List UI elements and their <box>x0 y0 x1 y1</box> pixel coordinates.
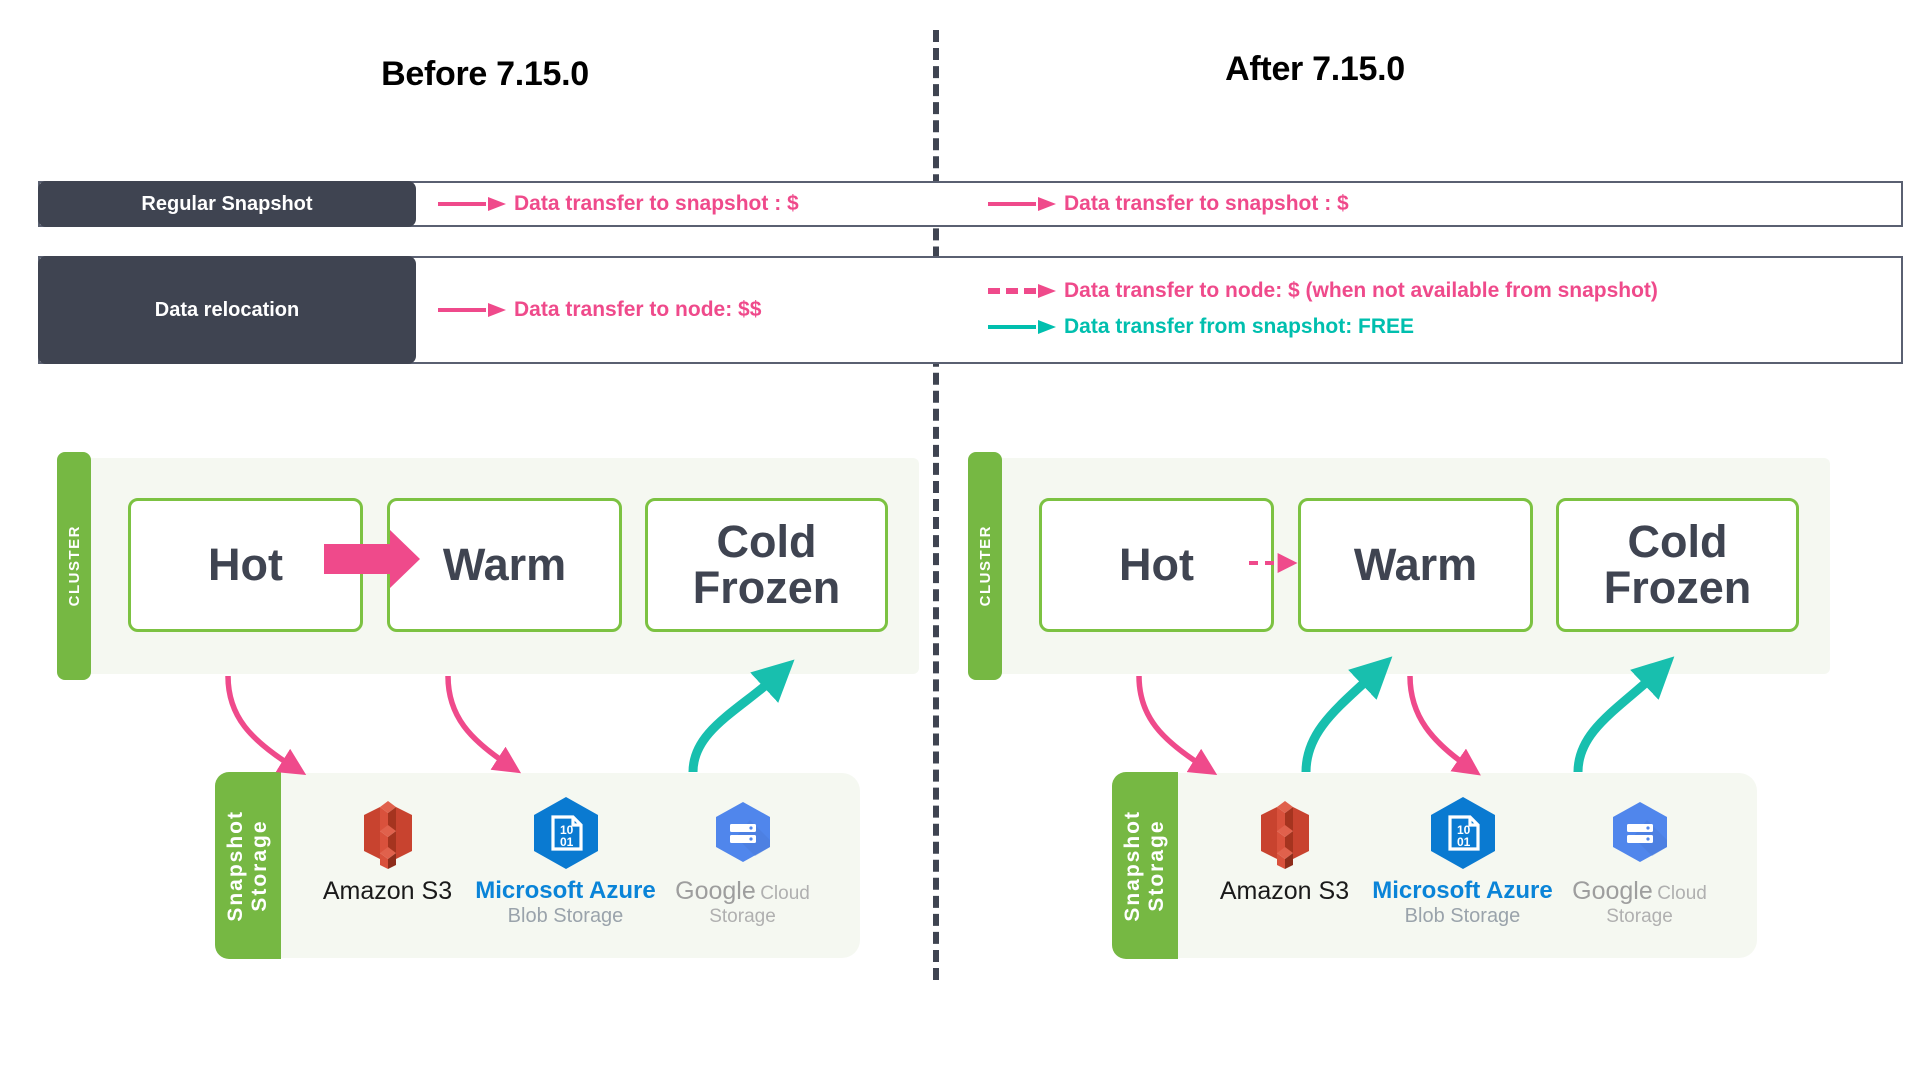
storage-provider-google-cloud-storage[interactable]: Google Cloud Storage <box>650 789 835 944</box>
tier-box-cold-frozen[interactable]: Cold Frozen <box>645 498 888 632</box>
amazon-s3-icon <box>346 789 430 877</box>
legend-row-label: Data relocation <box>38 256 416 364</box>
arrow-hot-to-s3-before <box>225 675 307 775</box>
azure-caption-sub: Blob Storage <box>1404 904 1521 927</box>
arrow-dashed-pink-icon <box>988 284 1056 298</box>
microsoft-azure-blob-icon: 10 01 <box>1426 789 1500 877</box>
amazon-s3-caption: Amazon S3 <box>1219 877 1350 905</box>
gcs-caption-line: Google Cloud Storage <box>1547 877 1732 928</box>
storage-label-line1: Snapshot <box>224 809 247 922</box>
tier-label-cold: Cold <box>1627 516 1728 568</box>
legend-item-text: Data transfer to snapshot : $ <box>514 192 799 215</box>
legend-entries-relocation: Data transfer to node: $$ Data transfer … <box>418 258 1901 362</box>
legend-row-regular-snapshot: Regular Snapshot Data transfer to snapsh… <box>38 181 1903 227</box>
tier-label-cold: Cold <box>716 516 817 568</box>
microsoft-azure-caption: Microsoft Azure Blob Storage <box>1372 877 1552 928</box>
legend-item-text: Data transfer to node: $ (when not avail… <box>1064 279 1658 302</box>
column-title-before: Before 7.15.0 <box>381 55 589 93</box>
arrow-s3-to-warm-after <box>1301 656 1393 773</box>
gcs-caption-main: Google <box>675 877 756 905</box>
storage-provider-microsoft-azure[interactable]: 10 01 Microsoft Azure Blob Storage <box>1370 789 1555 944</box>
arrow-solid-pink-icon <box>438 197 506 211</box>
snapshot-storage-tab-text: Snapshot Storage <box>1121 810 1169 922</box>
svg-text:01: 01 <box>1457 835 1471 849</box>
tier-label-coldfrozen: Cold Frozen <box>1604 519 1752 611</box>
cluster-panel-before: CLUSTER Hot Warm Cold Frozen <box>57 452 919 680</box>
svg-text:01: 01 <box>560 835 574 849</box>
tier-box-warm[interactable]: Warm <box>1298 498 1533 632</box>
legend-row-data-relocation: Data relocation Data transfer to node: $… <box>38 256 1903 364</box>
cluster-tab-text: CLUSTER <box>65 525 83 607</box>
arrow-solid-teal-icon <box>988 320 1056 334</box>
legend-row-label-text: Regular Snapshot <box>141 192 313 215</box>
azure-caption-main: Microsoft Azure <box>475 877 656 904</box>
column-title-after: After 7.15.0 <box>1225 50 1405 88</box>
tier-label: Warm <box>1353 539 1478 591</box>
storage-label-line1: Snapshot <box>1121 809 1144 922</box>
tier-label: Hot <box>1119 539 1194 591</box>
arrow-gcs-to-cold-frozen-after <box>1573 656 1675 773</box>
arrow-warm-to-azure-after <box>1407 675 1481 776</box>
cluster-tab-label: CLUSTER <box>968 452 1002 680</box>
snapshot-storage-tab-text: Snapshot Storage <box>224 810 272 922</box>
cluster-panel-after: CLUSTER Hot Warm Cold Frozen <box>968 452 1830 680</box>
snapshot-storage-tab-label: Snapshot Storage <box>215 772 281 959</box>
storage-provider-microsoft-azure[interactable]: 10 01 Microsoft Azure Blob Storage <box>473 789 658 944</box>
google-cloud-storage-icon <box>1603 789 1677 877</box>
snapshot-storage-panel-before: Snapshot Storage Amazon S3 10 01 Microso… <box>215 772 860 959</box>
legend-item-after-node-cost: Data transfer to node: $ (when not avail… <box>988 279 1658 303</box>
arrow-warm-to-azure-before <box>445 675 522 774</box>
legend-item-after-snapshot-free: Data transfer from snapshot: FREE <box>988 315 1414 339</box>
cluster-tab-text: CLUSTER <box>976 525 994 607</box>
tier-label: Warm <box>442 539 567 591</box>
legend-item-before-node-cost: Data transfer to node: $$ <box>438 298 761 322</box>
arrow-gcs-to-cold-frozen-before <box>688 659 795 773</box>
storage-provider-amazon-s3[interactable]: Amazon S3 <box>295 789 480 944</box>
tier-label: Hot <box>208 539 283 591</box>
microsoft-azure-caption: Microsoft Azure Blob Storage <box>475 877 655 928</box>
legend-item-text: Data transfer to snapshot : $ <box>1064 192 1349 215</box>
storage-provider-amazon-s3[interactable]: Amazon S3 <box>1192 789 1377 944</box>
azure-caption-sub: Blob Storage <box>507 904 624 927</box>
gcs-caption-line: Google Cloud Storage <box>650 877 835 928</box>
azure-caption-main: Microsoft Azure <box>1372 877 1553 904</box>
microsoft-azure-blob-icon: 10 01 <box>529 789 603 877</box>
tier-box-hot[interactable]: Hot <box>128 498 363 632</box>
tier-label-frozen: Frozen <box>1603 562 1752 613</box>
tier-label-frozen: Frozen <box>692 562 841 613</box>
tier-label-coldfrozen: Cold Frozen <box>693 519 841 611</box>
gcs-caption-main: Google <box>1572 877 1653 905</box>
legend-row-label: Regular Snapshot <box>38 181 416 227</box>
storage-label-line2: Storage <box>1145 819 1168 912</box>
google-cloud-storage-caption: Google Cloud Storage <box>650 877 835 928</box>
arrow-solid-pink-icon <box>438 303 506 317</box>
amazon-s3-icon <box>1243 789 1327 877</box>
tier-box-cold-frozen[interactable]: Cold Frozen <box>1556 498 1799 632</box>
legend-entries-regular: Data transfer to snapshot : $ Data trans… <box>418 183 1901 225</box>
tier-box-warm[interactable]: Warm <box>387 498 622 632</box>
vertical-dashed-divider <box>933 30 939 980</box>
storage-label-line2: Storage <box>248 819 271 912</box>
tier-box-hot[interactable]: Hot <box>1039 498 1274 632</box>
legend-item-before-snapshot-cost: Data transfer to snapshot : $ <box>438 192 799 216</box>
google-cloud-storage-caption: Google Cloud Storage <box>1547 877 1732 928</box>
snapshot-storage-tab-label: Snapshot Storage <box>1112 772 1178 959</box>
arrow-hot-to-s3-after <box>1136 675 1218 775</box>
legend-item-after-snapshot-cost: Data transfer to snapshot : $ <box>988 192 1349 216</box>
google-cloud-storage-icon <box>706 789 780 877</box>
legend-item-text: Data transfer from snapshot: FREE <box>1064 315 1415 338</box>
legend-row-label-text: Data relocation <box>154 298 300 321</box>
arrow-solid-pink-icon <box>988 197 1056 211</box>
snapshot-storage-panel-after: Snapshot Storage Amazon S3 10 01 Microso… <box>1112 772 1757 959</box>
amazon-s3-caption: Amazon S3 <box>322 877 453 905</box>
cluster-tab-label: CLUSTER <box>57 452 91 680</box>
storage-provider-google-cloud-storage[interactable]: Google Cloud Storage <box>1547 789 1732 944</box>
legend-item-text: Data transfer to node: $$ <box>514 298 762 321</box>
